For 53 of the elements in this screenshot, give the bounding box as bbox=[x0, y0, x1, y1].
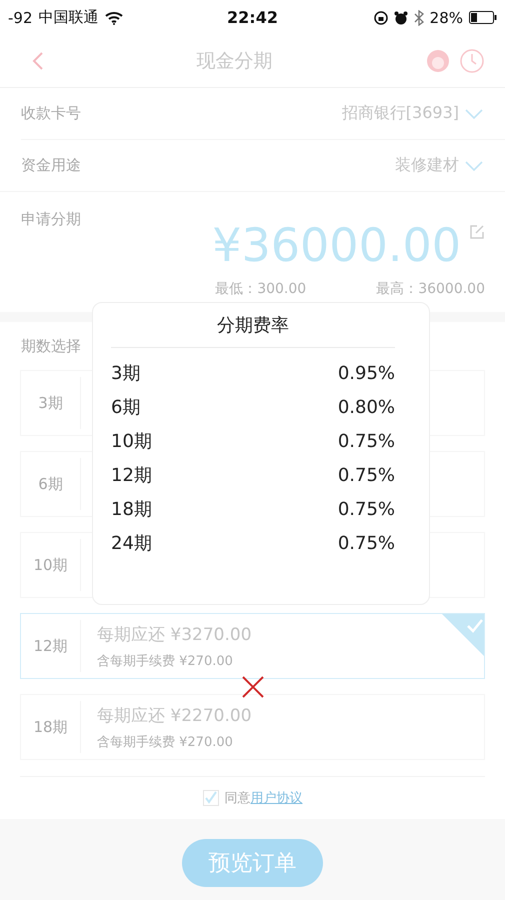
plan-fee: 含每期手续费 ¥270.00 bbox=[97, 734, 234, 750]
rate-value: 0.75% bbox=[338, 532, 395, 554]
signal-strength: -92 bbox=[8, 8, 32, 26]
selected-check-icon bbox=[442, 614, 484, 656]
rate-value: 0.80% bbox=[338, 396, 395, 418]
rotation-lock-icon bbox=[374, 10, 388, 24]
history-icon[interactable] bbox=[459, 48, 485, 74]
amount-label: 申请分期 bbox=[21, 210, 81, 229]
plan-term: 18期 bbox=[21, 701, 81, 753]
rate-term: 24期 bbox=[111, 532, 152, 555]
plan-payment: 每期应还 ¥2270.00 bbox=[97, 704, 252, 726]
carrier-name: 中国联通 bbox=[38, 8, 98, 27]
popup-title: 分期费率 bbox=[111, 313, 395, 348]
agree-text: 同意 bbox=[224, 790, 250, 807]
rate-value: 0.95% bbox=[338, 362, 395, 384]
field-value[interactable]: 装修建材 bbox=[395, 155, 459, 176]
back-icon[interactable] bbox=[32, 51, 44, 71]
maximum-amount: 最高：36000.00 bbox=[376, 280, 485, 298]
field-value[interactable]: 招商银行[3693] bbox=[342, 103, 459, 124]
rate-term: 18期 bbox=[111, 498, 152, 521]
rate-term: 12期 bbox=[111, 464, 152, 487]
rate-term: 6期 bbox=[111, 396, 140, 419]
wifi-icon bbox=[104, 10, 122, 24]
rate-term: 10期 bbox=[111, 430, 152, 453]
battery-icon bbox=[469, 11, 497, 24]
term-select-label: 期数选择 bbox=[21, 336, 81, 356]
agree-checkbox[interactable] bbox=[202, 790, 218, 806]
plan-card[interactable]: 18期 每期应还 ¥2270.00 含每期手续费 ¥270.00 bbox=[20, 694, 485, 760]
preview-order-button[interactable]: 预览订单 bbox=[182, 839, 323, 887]
rate-value: 0.75% bbox=[338, 430, 395, 452]
user-agreement-link[interactable]: 用户协议 bbox=[250, 789, 302, 807]
rate-value: 0.75% bbox=[338, 498, 395, 520]
plan-term: 12期 bbox=[21, 620, 81, 672]
plan-term: 10期 bbox=[21, 539, 81, 591]
alarm-icon bbox=[394, 10, 408, 24]
chevron-down-icon[interactable] bbox=[465, 160, 483, 170]
rate-term: 3期 bbox=[111, 362, 140, 385]
plan-payment: 每期应还 ¥3270.00 bbox=[97, 624, 252, 646]
minimum-amount: 最低：300.00 bbox=[215, 280, 306, 298]
plan-term: 6期 bbox=[21, 458, 81, 510]
field-label: 资金用途 bbox=[21, 156, 81, 175]
close-button[interactable] bbox=[240, 674, 266, 700]
rate-value: 0.75% bbox=[338, 464, 395, 486]
bluetooth-icon bbox=[414, 10, 424, 26]
clock-time: 22:42 bbox=[227, 8, 278, 27]
battery-percent: 28% bbox=[430, 8, 463, 26]
edit-icon[interactable] bbox=[469, 224, 485, 240]
field-label: 收款卡号 bbox=[21, 104, 81, 123]
amount-value: ¥36000.00 bbox=[212, 218, 461, 272]
plan-card[interactable]: 12期 每期应还 ¥3270.00 含每期手续费 ¥270.00 bbox=[20, 613, 485, 679]
plan-term: 3期 bbox=[21, 377, 81, 429]
chevron-down-icon[interactable] bbox=[465, 108, 483, 118]
plan-fee: 含每期手续费 ¥270.00 bbox=[97, 652, 234, 670]
